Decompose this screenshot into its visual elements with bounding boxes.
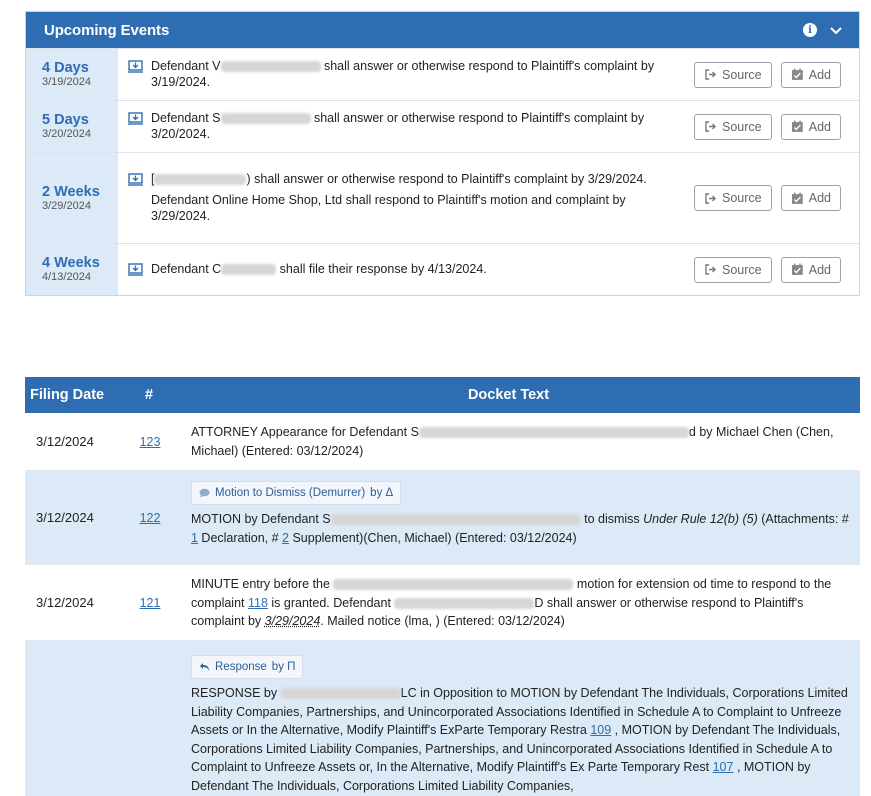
event-when: 4 Days 3/19/2024 — [26, 49, 118, 100]
event-row: 5 Days 3/20/2024 Defendant S shall answe… — [26, 100, 859, 152]
docket-number-link[interactable]: 121 — [140, 596, 161, 610]
source-button[interactable]: Source — [694, 113, 772, 140]
event-text: Defendant S shall answer or otherwise re… — [151, 111, 645, 141]
docket-row: Response by Π RESPONSE by LC in Oppositio… — [25, 641, 860, 796]
event-row: 4 Weeks 4/13/2024 Defendant C shall file… — [26, 243, 859, 295]
chevron-down-icon[interactable] — [829, 23, 843, 37]
docket-text: Response by Π RESPONSE by LC in Oppositio… — [189, 641, 860, 796]
filing-date: 3/12/2024 — [36, 510, 94, 525]
calendar-check-icon — [791, 68, 803, 80]
docket-ref-link[interactable]: 118 — [248, 596, 268, 610]
speech-bubble-icon — [199, 488, 210, 498]
event-date: 3/20/2024 — [42, 128, 91, 140]
docket-row: 3/12/2024 123 ATTORNEY Appearance for De… — [25, 413, 860, 471]
sign-out-icon — [705, 69, 716, 80]
sign-out-icon — [705, 192, 716, 204]
event-text: Defendant C shall file their response by… — [151, 261, 487, 276]
calendar-download-icon — [128, 60, 143, 73]
event-when: 5 Days 3/20/2024 — [26, 101, 118, 152]
column-header-docket-text[interactable]: Docket Text — [187, 387, 860, 403]
event-relative-time: 5 Days — [42, 112, 89, 128]
event-row: 2 Weeks 3/29/2024 [) shall answer or oth… — [26, 152, 859, 243]
event-date: 3/19/2024 — [42, 76, 91, 88]
calendar-check-icon — [791, 192, 803, 204]
docket-number-link[interactable]: 123 — [140, 435, 161, 449]
add-button[interactable]: Add — [781, 61, 841, 88]
upcoming-events-header[interactable]: Upcoming Events i — [26, 12, 859, 48]
deadline-date[interactable]: 3/29/2024 — [265, 614, 321, 628]
event-when: 2 Weeks 3/29/2024 — [26, 153, 118, 243]
calendar-download-icon — [128, 263, 143, 276]
calendar-download-icon — [128, 173, 143, 186]
docket-text: MINUTE entry before the motion for exten… — [191, 577, 832, 628]
add-button[interactable]: Add — [781, 256, 841, 283]
event-text: Defendant V shall answer or otherwise re… — [151, 59, 655, 89]
event-relative-time: 4 Weeks — [42, 255, 100, 271]
docket-row: 3/12/2024 122 Motion to Dismiss (Demurre… — [25, 471, 860, 565]
event-relative-time: 2 Weeks — [42, 183, 100, 200]
info-icon[interactable]: i — [803, 23, 817, 37]
source-button[interactable]: Source — [694, 185, 772, 211]
docket-text: Motion to Dismiss (Demurrer) by Δ MOTION … — [189, 471, 860, 564]
filing-date — [25, 641, 111, 796]
attachment-link[interactable]: 1 — [191, 531, 198, 545]
event-date: 3/29/2024 — [42, 199, 91, 212]
sign-out-icon — [705, 121, 716, 132]
add-button[interactable]: Add — [781, 113, 841, 140]
sign-out-icon — [705, 264, 716, 275]
attachment-link[interactable]: 2 — [282, 531, 289, 545]
upcoming-events-panel: Upcoming Events i 4 Days 3/19/2024 Defen… — [25, 11, 860, 296]
motion-tag[interactable]: Motion to Dismiss (Demurrer) by Δ — [191, 481, 402, 505]
filing-date: 3/12/2024 — [36, 595, 94, 610]
reply-icon — [200, 663, 209, 671]
source-button[interactable]: Source — [694, 61, 772, 88]
event-row: 4 Days 3/19/2024 Defendant V shall answe… — [26, 48, 859, 100]
calendar-check-icon — [791, 263, 803, 275]
event-when: 4 Weeks 4/13/2024 — [26, 244, 118, 295]
source-button[interactable]: Source — [694, 256, 772, 283]
event-date: 4/13/2024 — [42, 271, 91, 283]
response-tag[interactable]: Response by Π — [191, 655, 304, 679]
filing-date: 3/12/2024 — [36, 434, 94, 449]
docket-ref-link[interactable]: 107 — [713, 760, 734, 774]
docket-header-row: Filing Date # Docket Text — [25, 377, 860, 413]
event-relative-time: 4 Days — [42, 60, 89, 76]
event-text: Defendant Online Home Shop, Ltd shall re… — [151, 193, 626, 223]
column-header-filing-date[interactable]: Filing Date — [25, 387, 111, 403]
calendar-download-icon — [128, 112, 143, 125]
add-button[interactable]: Add — [781, 185, 841, 211]
docket-row: 3/12/2024 121 MINUTE entry before the mo… — [25, 565, 860, 641]
upcoming-events-title: Upcoming Events — [44, 21, 170, 39]
docket-table: Filing Date # Docket Text 3/12/2024 123 … — [25, 377, 860, 796]
docket-text: ATTORNEY Appearance for Defendant Sd by … — [191, 425, 834, 458]
column-header-number[interactable]: # — [111, 387, 187, 403]
docket-ref-link[interactable]: 109 — [590, 723, 611, 737]
docket-number-link[interactable]: 122 — [140, 511, 161, 525]
event-text: [) shall answer or otherwise respond to … — [151, 171, 647, 186]
calendar-check-icon — [791, 120, 803, 132]
